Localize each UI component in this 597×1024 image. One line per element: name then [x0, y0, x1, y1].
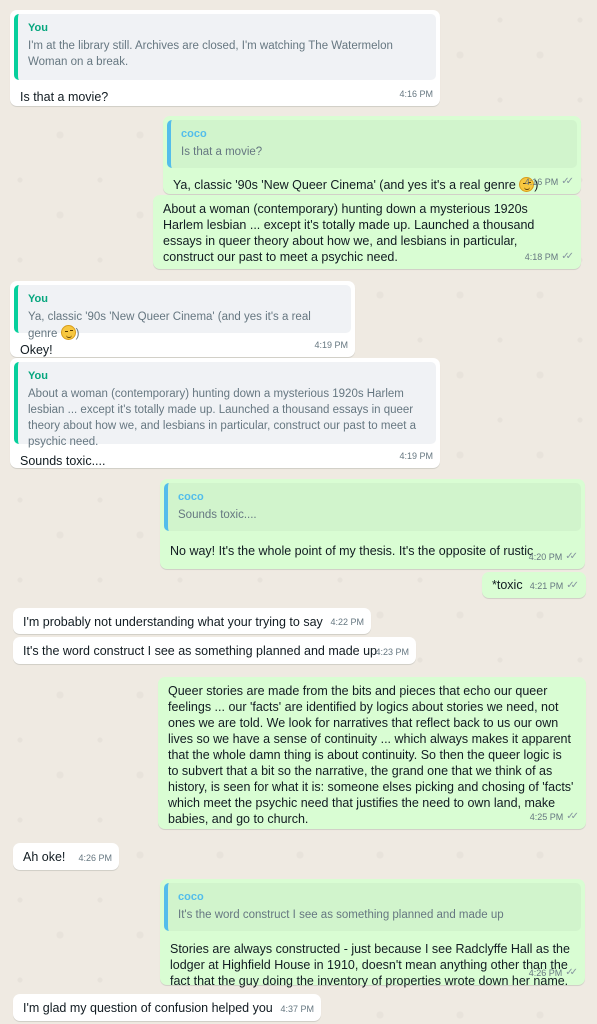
message-text: No way! It's the whole point of my thesi…	[170, 544, 534, 558]
double-check-icon: ✓✓	[561, 176, 574, 187]
quote-text: Is that a movie?	[181, 146, 263, 158]
message-text: I'm probably not understanding what your…	[23, 615, 323, 629]
message-incoming[interactable]: You I'm at the library still. Archives a…	[10, 10, 440, 106]
message-incoming[interactable]: Ah oke! 4:26 PM	[13, 843, 119, 870]
message-outgoing[interactable]: coco Is that a movie? Ya, classic '90s '…	[163, 116, 581, 194]
message-time: 4:20 PM	[528, 552, 563, 562]
quote-author: You	[28, 370, 48, 382]
message-text: Is that a movie?	[20, 90, 109, 104]
double-check-icon: ✓✓	[565, 551, 578, 562]
message-incoming[interactable]: I'm probably not understanding what your…	[13, 608, 371, 634]
message-time: 4:19 PM	[314, 340, 348, 350]
message-outgoing[interactable]: *toxic 4:21 PM ✓✓	[482, 572, 586, 598]
message-incoming[interactable]: You Ya, classic '90s 'New Queer Cinema' …	[10, 281, 355, 357]
message-time: 4:26 PM	[78, 853, 112, 863]
double-check-icon: ✓✓	[566, 580, 579, 591]
quoted-message[interactable]: You About a woman (contemporary) hunting…	[14, 362, 436, 448]
message-meta: 4:23 PM	[375, 644, 409, 660]
message-time: 4:37 PM	[280, 1004, 314, 1014]
message-outgoing[interactable]: About a woman (contemporary) hunting dow…	[153, 195, 581, 269]
message-outgoing[interactable]: coco It's the word construct I see as so…	[160, 879, 585, 988]
quote-author: coco	[181, 128, 207, 140]
double-check-icon: ✓✓	[561, 251, 574, 262]
quote-author: coco	[178, 891, 204, 903]
message-meta: 4:21 PM ✓✓	[530, 578, 579, 594]
double-check-icon: ✓✓	[566, 811, 579, 822]
quote-text: I'm at the library still. Archives are c…	[28, 40, 393, 68]
message-meta: 4:19 PM	[399, 448, 433, 464]
message-meta: 4:37 PM	[280, 1001, 314, 1017]
message-incoming[interactable]: It's the word construct I see as somethi…	[13, 637, 416, 664]
message-text: Stories are always constructed - just be…	[170, 942, 570, 988]
smirking-face-icon	[60, 325, 76, 340]
message-meta: 4:18 PM ✓✓	[525, 249, 574, 265]
message-meta: 4:16 PM ✓✓	[525, 174, 574, 190]
message-meta: 4:20 PM ✓✓	[529, 549, 578, 565]
message-text: Ya, classic '90s 'New Queer Cinema' (and…	[167, 177, 577, 193]
quote-author: You	[28, 293, 48, 305]
message-time: 4:25 PM	[529, 812, 564, 822]
message-time: 4:21 PM	[529, 581, 564, 591]
quote-text: Sounds toxic....	[178, 509, 257, 521]
message-text: Queer stories are made from the bits and…	[168, 684, 574, 826]
quote-text: It's the word construct I see as somethi…	[178, 909, 504, 921]
message-text: About a woman (contemporary) hunting dow…	[163, 202, 535, 264]
message-meta: 4:26 PM ✓✓	[529, 965, 578, 981]
message-time: 4:16 PM	[399, 89, 433, 99]
double-check-icon: ✓✓	[565, 967, 578, 978]
message-text: Sounds toxic....	[20, 454, 106, 468]
quote-author: coco	[178, 491, 204, 503]
message-outgoing[interactable]: Queer stories are made from the bits and…	[158, 677, 586, 829]
message-time: 4:26 PM	[528, 968, 563, 978]
message-meta: 4:25 PM ✓✓	[530, 809, 579, 825]
message-text: I'm glad my question of confusion helped…	[23, 1001, 273, 1015]
quoted-message[interactable]: coco Sounds toxic....	[164, 483, 581, 531]
message-meta: 4:16 PM	[399, 86, 433, 102]
quoted-message[interactable]: coco It's the word construct I see as so…	[164, 883, 581, 931]
message-time: 4:19 PM	[399, 451, 433, 461]
message-incoming[interactable]: I'm glad my question of confusion helped…	[13, 994, 321, 1021]
message-time: 4:23 PM	[375, 647, 409, 657]
quote-author: You	[28, 22, 48, 34]
message-outgoing[interactable]: coco Sounds toxic.... No way! It's the w…	[160, 479, 585, 569]
message-meta: 4:26 PM	[78, 850, 112, 866]
quote-text: Ya, classic '90s 'New Queer Cinema' (and…	[28, 309, 343, 342]
message-time: 4:22 PM	[330, 617, 364, 627]
message-meta: 4:19 PM	[314, 337, 348, 353]
message-time: 4:18 PM	[524, 252, 559, 262]
quote-text-part: )	[75, 328, 80, 340]
quoted-message[interactable]: coco Is that a movie?	[167, 120, 577, 168]
message-text-part: Ya, classic '90s 'New Queer Cinema' (and…	[173, 178, 520, 192]
message-text: Okey!	[20, 343, 53, 357]
message-time: 4:16 PM	[524, 177, 559, 187]
quote-text: About a woman (contemporary) hunting dow…	[28, 388, 417, 448]
message-text: It's the word construct I see as somethi…	[23, 644, 377, 658]
quoted-message[interactable]: You Ya, classic '90s 'New Queer Cinema' …	[14, 285, 351, 340]
message-incoming[interactable]: You About a woman (contemporary) hunting…	[10, 358, 440, 468]
quoted-message[interactable]: You I'm at the library still. Archives a…	[14, 14, 436, 80]
message-meta: 4:22 PM	[330, 614, 364, 630]
